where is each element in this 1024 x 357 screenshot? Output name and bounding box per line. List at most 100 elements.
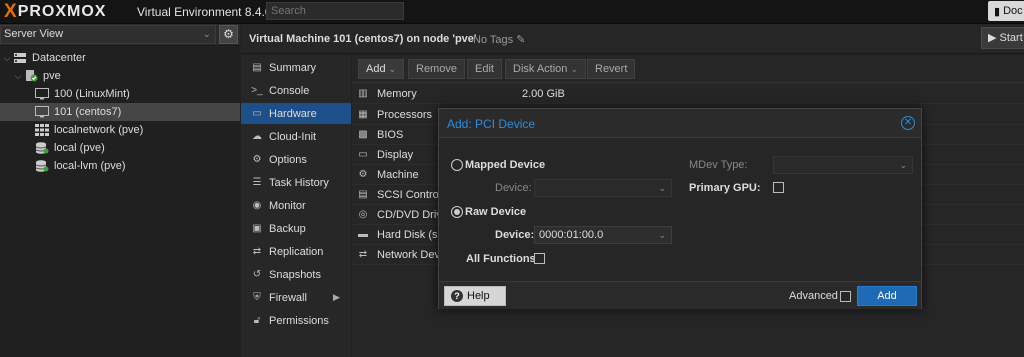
vm-tags[interactable]: No Tags ✎: [473, 33, 525, 46]
hardware-label: Display: [377, 148, 414, 161]
chevron-down-icon: ⌄: [899, 160, 907, 170]
nav-item-summary[interactable]: ▤ Summary: [241, 57, 351, 78]
exchange-icon: ⇄: [358, 249, 368, 260]
primary-gpu-label: Primary GPU:: [689, 182, 761, 194]
chevron-down-icon: ⌄: [388, 64, 397, 74]
mapped-device-radio[interactable]: [451, 159, 463, 171]
dialog-footer: ? Help Advanced Add: [439, 283, 921, 309]
raw-device-label: Raw Device: [465, 206, 527, 218]
nav-item-console[interactable]: >_ Console: [241, 80, 351, 101]
mdev-type-select[interactable]: ⌄: [773, 156, 913, 174]
nav-item-label: Backup: [269, 222, 306, 235]
chevron-right-icon[interactable]: ▶: [333, 292, 340, 303]
console-icon: >_: [251, 85, 263, 96]
hardware-value: 2.00 GiB: [522, 87, 565, 100]
nav-item-backup[interactable]: ▣ Backup: [241, 218, 351, 239]
server-view-header: Server View ⌄ ⚙: [0, 24, 240, 46]
node-icon: [23, 70, 39, 82]
nav-item-replication[interactable]: ⇄ Replication: [241, 241, 351, 262]
retweet-icon: ⇄: [252, 246, 262, 257]
add-button[interactable]: Add ⌄: [358, 59, 405, 79]
start-button[interactable]: ▶ Start: [981, 27, 1024, 49]
tree-item-label: localnetwork (pve): [54, 124, 144, 136]
gear-icon: ⚙: [252, 154, 262, 165]
unlock-icon: 🔓︎: [253, 315, 261, 326]
expand-toggle-icon[interactable]: ⌵: [13, 71, 23, 82]
nav-item-label: Summary: [269, 61, 317, 74]
nav-item-snapshots[interactable]: ↺ Snapshots: [241, 264, 351, 285]
tree-item-localnetwork[interactable]: localnetwork (pve): [0, 121, 240, 139]
documentation-button[interactable]: ▮ Doc: [988, 1, 1024, 21]
gear-icon[interactable]: ⚙: [219, 25, 238, 44]
tree-item-vm-100[interactable]: 100 (LinuxMint): [0, 85, 240, 103]
search-input[interactable]: [266, 2, 404, 20]
tree-item-pve[interactable]: ⌵ pve: [0, 67, 240, 85]
edit-button[interactable]: Edit: [467, 59, 502, 79]
mapped-device-label: Mapped Device: [465, 159, 546, 171]
close-icon[interactable]: ✕: [901, 116, 915, 130]
hardware-label: Machine: [377, 168, 419, 181]
cpu-icon: ▦: [358, 109, 368, 120]
nav-item-task-history[interactable]: ☰ Task History: [241, 172, 351, 193]
remove-button[interactable]: Remove: [408, 59, 465, 79]
nav-item-label: Task History: [269, 176, 329, 189]
cdrom-icon: ◎: [358, 209, 368, 220]
summary-icon: ▤: [252, 62, 262, 73]
tree-item-datacenter[interactable]: ⌵ Datacenter: [0, 49, 240, 67]
nav-item-label: Firewall: [269, 291, 307, 304]
book-icon: ▮: [994, 5, 1001, 18]
history-icon: ↺: [252, 269, 262, 280]
tree-item-label: Datacenter: [32, 52, 86, 64]
mapped-device-field-label: Device:: [495, 182, 532, 194]
tree-item-local-lvm[interactable]: local-lvm (pve): [0, 157, 240, 175]
nav-item-firewall[interactable]: ⛨ Firewall ▶: [241, 287, 351, 308]
display-icon: ▭: [358, 149, 368, 160]
chevron-down-icon: ⌄: [658, 183, 666, 193]
top-bar: X PROXMOX Virtual Environment 8.4.0 ▮ Do…: [0, 0, 1024, 24]
logo-x-mark: X: [4, 1, 17, 22]
chevron-down-icon: ⌄: [570, 64, 579, 74]
hardware-row-memory[interactable]: ▥ Memory 2.00 GiB: [352, 84, 1024, 104]
nav-item-monitor[interactable]: ◉ Monitor: [241, 195, 351, 216]
proxmox-logo[interactable]: X PROXMOX: [4, 1, 107, 22]
floppy-icon: ▣: [252, 223, 262, 234]
primary-gpu-checkbox[interactable]: [773, 182, 784, 193]
nav-item-permissions[interactable]: 🔓︎ Permissions: [241, 310, 351, 331]
expand-toggle-icon[interactable]: ⌵: [2, 53, 12, 64]
revert-button[interactable]: Revert: [587, 59, 636, 79]
advanced-checkbox[interactable]: [840, 291, 851, 302]
server-view-value: Server View: [4, 28, 64, 40]
tree-item-label: local-lvm (pve): [54, 160, 126, 172]
vm-icon: [34, 88, 50, 100]
raw-device-field-label: Device:: [495, 229, 535, 241]
add-device-button[interactable]: Add: [857, 286, 917, 306]
pencil-icon[interactable]: ✎: [516, 34, 525, 46]
cloud-icon: ☁: [252, 131, 262, 142]
tree-item-label: pve: [43, 70, 61, 82]
logo-wordmark: PROXMOX: [17, 3, 107, 20]
raw-device-radio[interactable]: [451, 206, 463, 218]
tree-item-local[interactable]: local (pve): [0, 139, 240, 157]
nav-item-cloud-init[interactable]: ☁ Cloud-Init: [241, 126, 351, 147]
raw-device-select[interactable]: 0000:01:00.0 ⌄: [534, 226, 672, 244]
shield-icon: ⛨: [253, 292, 261, 303]
nav-item-label: Replication: [269, 245, 324, 258]
server-view-select[interactable]: Server View ⌄: [0, 25, 216, 44]
monitor-icon: ▭: [252, 108, 262, 119]
hardware-label: Processors: [377, 108, 433, 121]
disk-action-button[interactable]: Disk Action ⌄: [505, 59, 587, 79]
tags-label: No Tags: [473, 34, 514, 46]
all-functions-checkbox[interactable]: [534, 253, 545, 264]
network-grid-icon: [34, 124, 50, 136]
eye-icon: ◉: [252, 200, 262, 211]
nav-item-hardware[interactable]: ▭ Hardware: [241, 103, 351, 124]
nav-item-options[interactable]: ⚙ Options: [241, 149, 351, 170]
mapped-device-select[interactable]: ⌄: [534, 179, 672, 197]
chevron-down-icon: ⌄: [202, 29, 211, 40]
nav-item-label: Monitor: [269, 199, 306, 212]
tree-item-vm-101[interactable]: 101 (centos7): [0, 103, 240, 121]
mdev-type-label: MDev Type:: [689, 159, 748, 171]
start-label: Start: [999, 32, 1023, 44]
help-button[interactable]: ? Help: [444, 286, 506, 306]
app-title: Virtual Environment 8.4.0: [137, 5, 272, 19]
